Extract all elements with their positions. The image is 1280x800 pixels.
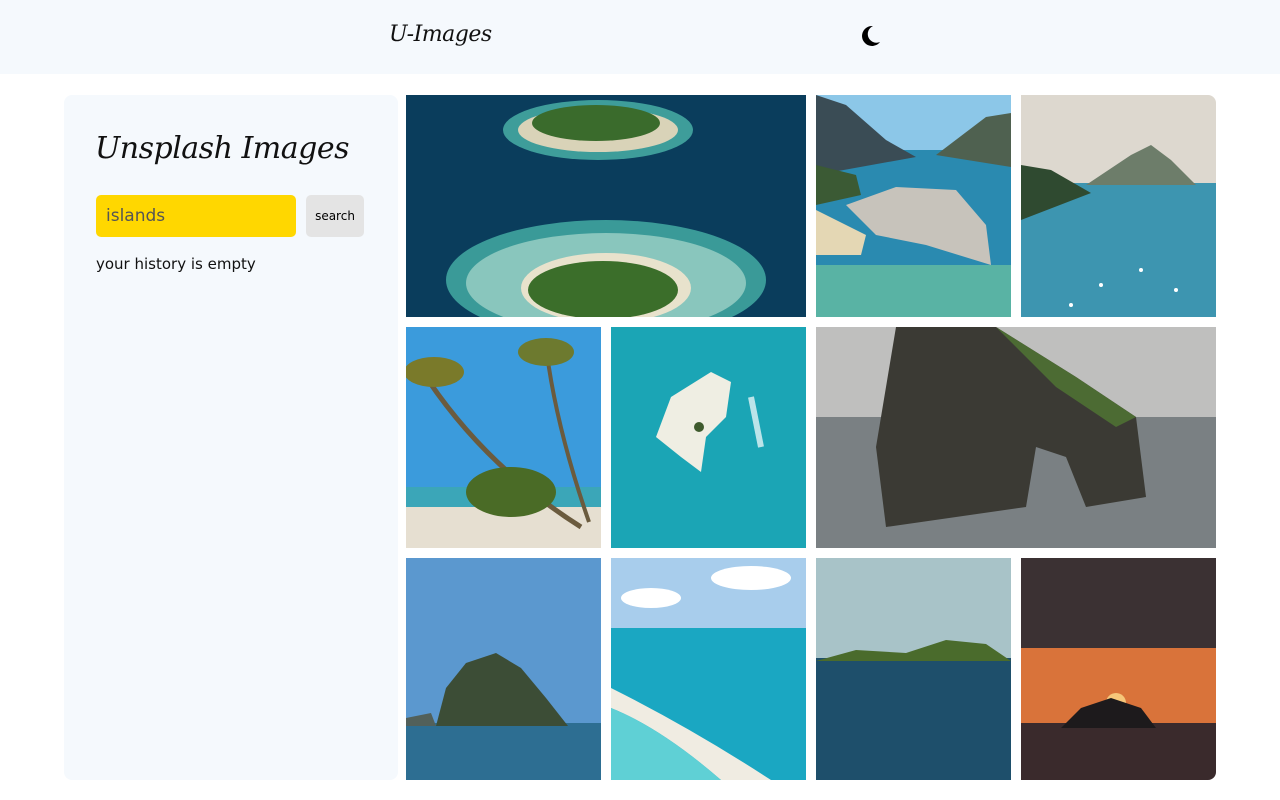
gallery-image[interactable] — [1021, 95, 1216, 317]
search-button[interactable]: search — [306, 195, 364, 237]
gallery-image[interactable] — [611, 558, 806, 780]
gallery-image[interactable] — [406, 558, 601, 780]
gallery-image[interactable] — [816, 327, 1216, 548]
gallery-image[interactable] — [816, 95, 1011, 317]
gallery-image[interactable] — [1021, 558, 1216, 780]
header: U-Images — [0, 0, 1280, 74]
sidebar: Unsplash Images search your history is e… — [64, 95, 398, 780]
moon-icon[interactable] — [857, 23, 883, 49]
app-logo[interactable]: U-Images — [389, 22, 492, 47]
gallery-image[interactable] — [406, 95, 806, 317]
search-input[interactable] — [96, 195, 296, 237]
gallery-image[interactable] — [611, 327, 806, 548]
history-status: your history is empty — [96, 255, 256, 273]
gallery-image[interactable] — [406, 327, 601, 548]
sidebar-title: Unsplash Images — [95, 131, 349, 166]
gallery-image[interactable] — [816, 558, 1011, 780]
